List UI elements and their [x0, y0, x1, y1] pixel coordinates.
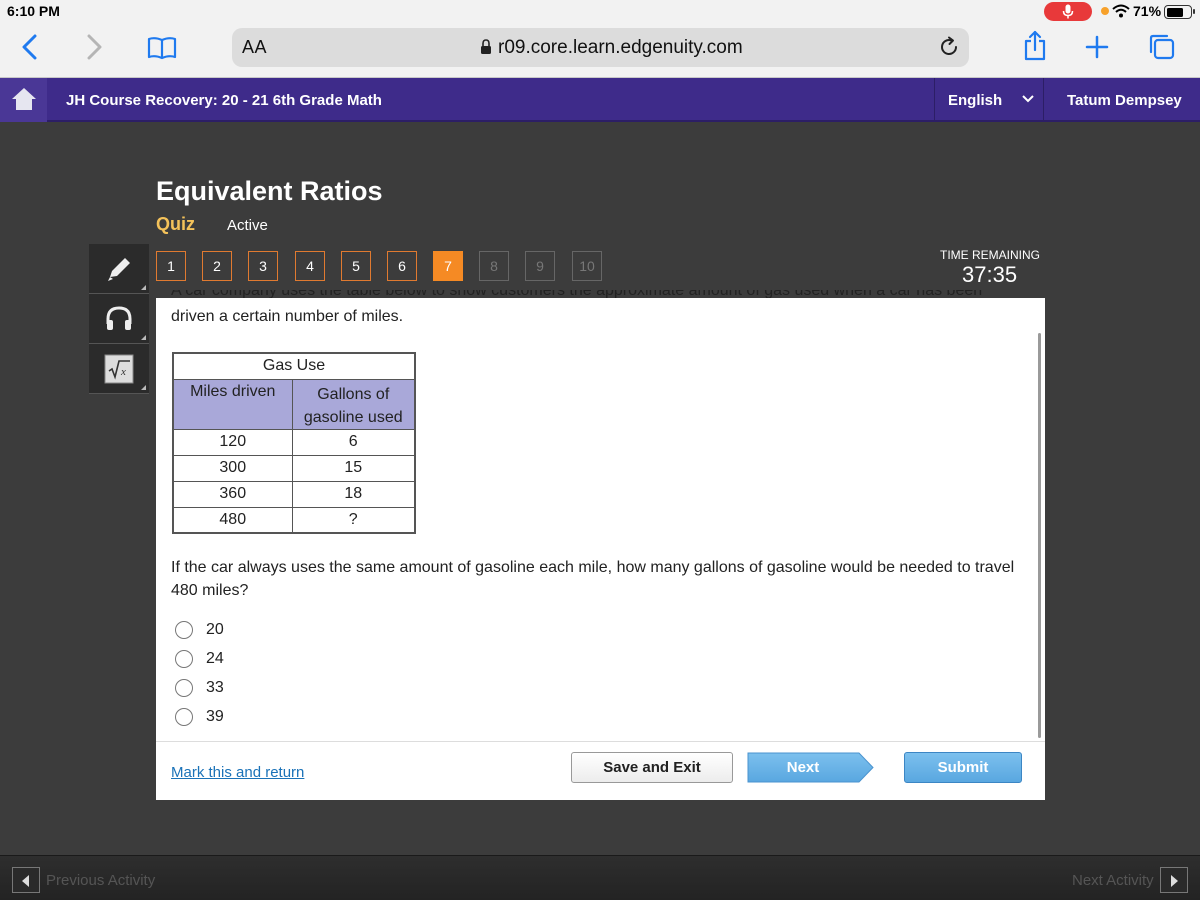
home-button[interactable] — [0, 78, 47, 122]
language-label: English — [948, 92, 1003, 109]
radio-button[interactable] — [175, 621, 193, 639]
question-tab-10: 10 — [572, 251, 602, 281]
battery-percent: 71% — [1133, 3, 1162, 19]
activity-title: Equivalent Ratios — [156, 176, 383, 206]
previous-activity-button[interactable] — [12, 867, 40, 893]
table-caption: Gas Use — [172, 352, 416, 380]
svg-text:x: x — [120, 366, 126, 378]
table-cell: 15 — [291, 454, 416, 482]
activity-type: Quiz — [156, 214, 195, 234]
question-footer: Mark this and return Save and Exit Next … — [156, 741, 1045, 800]
chevron-down-icon — [1022, 95, 1034, 103]
course-header: JH Course Recovery: 20 - 21 6th Grade Ma… — [0, 78, 1200, 122]
table-cell: 360 — [172, 480, 293, 508]
radio-button[interactable] — [175, 708, 193, 726]
time-remaining-label: TIME REMAINING — [940, 248, 1041, 262]
activity-status: Active — [227, 217, 268, 234]
table-cell: 120 — [172, 428, 293, 456]
question-tab-9: 9 — [525, 251, 555, 281]
calculator-icon: x — [104, 354, 134, 384]
bookmarks-icon[interactable] — [147, 36, 177, 60]
url-text: r09.core.learn.edgenuity.com — [498, 37, 743, 58]
question-tab-8: 8 — [479, 251, 509, 281]
table-header-miles: Miles driven — [172, 378, 293, 430]
table-cell: 18 — [291, 480, 416, 508]
browser-toolbar: AA r09.core.learn.edgenuity.com — [0, 24, 1200, 78]
radio-button[interactable] — [175, 650, 193, 668]
question-tab-1[interactable]: 1 — [156, 251, 186, 281]
reload-icon[interactable] — [938, 36, 960, 58]
radio-button[interactable] — [175, 679, 193, 697]
microphone-indicator — [1044, 2, 1092, 21]
home-icon — [12, 88, 36, 110]
table-row: 360 18 — [172, 480, 416, 508]
save-and-exit-button[interactable]: Save and Exit — [571, 752, 733, 783]
choice-label[interactable]: 33 — [206, 679, 224, 697]
activity-nav-bar: Previous Activity Next Activity — [0, 855, 1200, 900]
next-activity-button[interactable] — [1160, 867, 1188, 893]
wifi-icon — [1112, 4, 1130, 18]
table-row: 120 6 — [172, 428, 416, 456]
calculator-tool[interactable]: x — [89, 344, 149, 394]
privacy-dot — [1101, 7, 1109, 15]
choice-label[interactable]: 39 — [206, 708, 224, 726]
time-remaining-value: 37:35 — [962, 262, 1018, 287]
table-header-row: Miles driven Gallons of gasoline used — [172, 378, 416, 430]
battery-icon — [1164, 5, 1195, 19]
status-bar: 6:10 PM 71% — [0, 0, 1200, 24]
url-display[interactable]: r09.core.learn.edgenuity.com — [480, 37, 743, 59]
mark-and-return-link[interactable]: Mark this and return — [171, 764, 304, 781]
next-button[interactable]: Next — [747, 752, 875, 783]
microphone-icon — [1062, 4, 1074, 19]
audio-tool[interactable] — [89, 294, 149, 344]
previous-activity-label[interactable]: Previous Activity — [46, 872, 155, 889]
table-cell: 6 — [291, 428, 416, 456]
question-tab-6[interactable]: 6 — [387, 251, 417, 281]
next-button-label: Next — [786, 759, 820, 776]
question-tab-4[interactable]: 4 — [295, 251, 325, 281]
choice-label[interactable]: 24 — [206, 650, 224, 668]
choice-label[interactable]: 20 — [206, 621, 224, 639]
tool-sidebar: x — [89, 244, 149, 394]
lock-icon — [481, 39, 491, 54]
question-tab-2[interactable]: 2 — [202, 251, 232, 281]
next-activity-label[interactable]: Next Activity — [1072, 872, 1154, 889]
caret-right-icon — [1171, 875, 1178, 887]
table-header-gallons: Gallons of gasoline used — [291, 378, 416, 430]
submit-button[interactable]: Submit — [904, 752, 1022, 783]
status-time: 6:10 PM — [7, 3, 60, 19]
question-tab-3[interactable]: 3 — [248, 251, 278, 281]
table-cell: ? — [291, 506, 416, 534]
table-cell: 300 — [172, 454, 293, 482]
course-title: JH Course Recovery: 20 - 21 6th Grade Ma… — [66, 92, 382, 109]
pencil-icon — [108, 258, 130, 281]
question-intro: driven a certain number of miles. — [171, 308, 404, 325]
question-tab-7[interactable]: 7 — [433, 251, 463, 281]
language-selector[interactable]: English — [934, 78, 1044, 122]
question-tab-5[interactable]: 5 — [341, 251, 371, 281]
question-intro-cutoff: A car company uses the table below to sh… — [171, 290, 982, 298]
new-tab-icon[interactable] — [1085, 35, 1109, 59]
share-icon[interactable] — [1023, 30, 1047, 62]
tabs-icon[interactable] — [1148, 33, 1176, 61]
user-name[interactable]: Tatum Dempsey — [1067, 92, 1182, 109]
forward-icon[interactable] — [84, 34, 104, 60]
question-panel: A car company uses the table below to sh… — [156, 290, 1045, 800]
gas-use-table: Gas Use Miles driven Gallons of gasoline… — [172, 352, 416, 534]
table-cell: 480 — [172, 506, 293, 534]
headphones-icon — [106, 306, 132, 330]
pencil-tool[interactable] — [89, 244, 149, 294]
text-size-button[interactable]: AA — [242, 37, 267, 58]
caret-left-icon — [22, 875, 29, 887]
table-row: 300 15 — [172, 454, 416, 482]
back-icon[interactable] — [20, 34, 40, 60]
panel-scrollbar[interactable] — [1038, 333, 1041, 738]
address-bar[interactable]: AA r09.core.learn.edgenuity.com — [232, 28, 969, 67]
question-prompt: If the car always uses the same amount o… — [171, 559, 1015, 599]
table-row: 480 ? — [172, 506, 416, 534]
